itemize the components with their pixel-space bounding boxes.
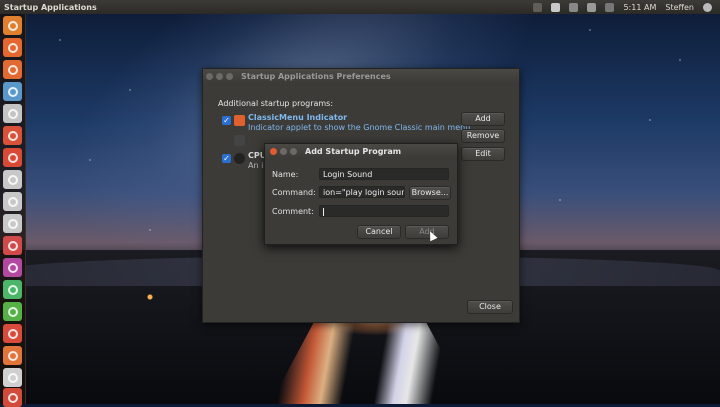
text-caret [323, 207, 324, 216]
maximize-icon[interactable] [290, 147, 297, 155]
remove-button[interactable]: Remove [461, 129, 505, 143]
trash-icon[interactable] [3, 388, 22, 407]
power-icon[interactable] [703, 2, 712, 12]
app-7-icon[interactable] [3, 148, 22, 167]
window-title: Startup Applications Preferences [241, 71, 391, 81]
app-8-icon[interactable] [3, 170, 22, 189]
terminal-icon[interactable] [3, 280, 22, 299]
enable-checkbox[interactable]: ✓ [222, 154, 231, 163]
browser-icon[interactable] [3, 60, 22, 79]
close-icon[interactable] [270, 147, 277, 155]
top-panel: Startup Applications 5:11 AM Steffen [0, 0, 720, 14]
list-item[interactable]: ✓ ClassicMenu Indicator Indicator applet… [218, 111, 470, 135]
mail-icon[interactable] [587, 2, 597, 12]
update-manager-icon[interactable] [3, 126, 22, 145]
app-14-icon[interactable] [3, 302, 22, 321]
app-10-icon[interactable] [3, 214, 22, 233]
indicator-area: 5:11 AM Steffen [533, 0, 712, 14]
menu-indicator-icon[interactable] [551, 2, 561, 12]
browse-button[interactable]: Browse... [409, 186, 451, 200]
minimize-icon[interactable] [280, 147, 287, 155]
item-description: Indicator applet to show the Gnome Class… [248, 123, 471, 132]
command-field[interactable]: ion="play login sound" [319, 186, 405, 198]
startup-app-icon[interactable] [3, 82, 22, 101]
app-12-icon[interactable] [3, 258, 22, 277]
app-17-icon[interactable] [3, 368, 22, 387]
close-button[interactable]: Close [467, 300, 513, 314]
app-16-icon[interactable] [3, 346, 22, 365]
dialog-titlebar[interactable]: Add Startup Program [265, 144, 457, 158]
item-name: ClassicMenu Indicator [248, 113, 348, 122]
monitor-icon[interactable] [3, 324, 22, 343]
close-icon[interactable] [206, 72, 213, 80]
cpu-icon [234, 153, 245, 164]
section-label: Additional startup programs: [218, 99, 334, 108]
launcher [0, 14, 26, 407]
command-label: Command: [272, 188, 316, 197]
add-startup-program-dialog: Add Startup Program Name: Login Sound Co… [264, 143, 458, 245]
maximize-icon[interactable] [226, 72, 233, 80]
app-9-icon[interactable] [3, 192, 22, 211]
minimize-icon[interactable] [216, 72, 223, 80]
volume-icon[interactable] [605, 2, 615, 12]
dialog-title: Add Startup Program [305, 146, 402, 156]
name-label: Name: [272, 170, 299, 179]
comment-label: Comment: [272, 207, 314, 216]
settings-icon[interactable] [3, 104, 22, 123]
active-app-title: Startup Applications [4, 2, 97, 12]
user-menu[interactable]: Steffen [665, 3, 694, 12]
enable-checkbox[interactable]: ✓ [222, 116, 231, 125]
comment-field[interactable] [319, 205, 449, 217]
keyboard-indicator-icon[interactable] [533, 2, 543, 12]
classicmenu-icon [234, 115, 245, 126]
window-titlebar[interactable]: Startup Applications Preferences [203, 69, 519, 83]
app-icon [234, 135, 245, 146]
cancel-button[interactable]: Cancel [357, 225, 401, 239]
clock[interactable]: 5:11 AM [623, 3, 656, 12]
app-11-icon[interactable] [3, 236, 22, 255]
name-field[interactable]: Login Sound [319, 168, 449, 180]
dash-home-icon[interactable] [3, 16, 22, 35]
network-icon[interactable] [569, 2, 579, 12]
files-icon[interactable] [3, 38, 22, 57]
edit-button[interactable]: Edit [461, 147, 505, 161]
add-button[interactable]: Add [461, 112, 505, 126]
